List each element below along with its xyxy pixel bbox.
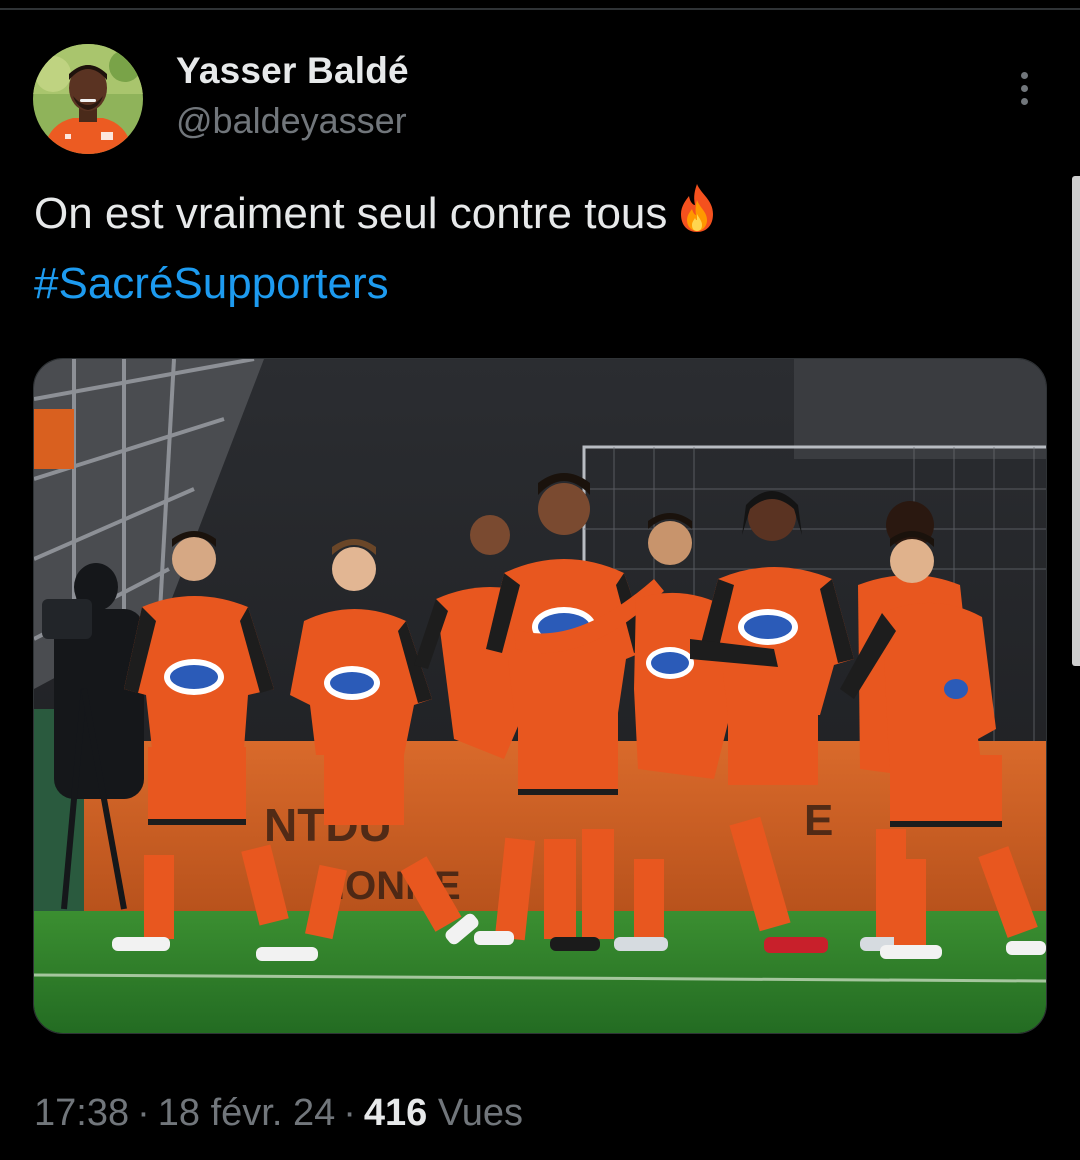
tweet-media-image[interactable]: NTDU E IONNE <box>33 358 1047 1034</box>
fire-icon <box>675 182 719 252</box>
meta-separator: · <box>343 1092 356 1134</box>
hashtag-link[interactable]: #SacréSupporters <box>34 252 994 316</box>
more-vertical-icon-dot <box>1020 71 1028 79</box>
avatar[interactable] <box>33 44 143 154</box>
author-handle[interactable]: @baldeyasser <box>176 100 407 142</box>
tweet-text: On est vraiment seul contre tous #SacréS… <box>34 182 994 316</box>
meta-separator: · <box>137 1092 150 1134</box>
more-vertical-icon-dot <box>1020 84 1028 92</box>
top-divider <box>0 8 1080 10</box>
views-label[interactable]: Vues <box>438 1092 523 1134</box>
more-options-button[interactable] <box>1004 64 1044 112</box>
tweet-text-line: On est vraiment seul contre tous <box>34 182 994 252</box>
scrollbar[interactable] <box>1072 176 1080 666</box>
tweet-time[interactable]: 17:38 <box>34 1092 129 1134</box>
tweet-meta: 17:38 · 18 févr. 24 · 416 Vues <box>34 1092 523 1135</box>
more-vertical-icon-dot <box>1020 97 1028 105</box>
tweet-date[interactable]: 18 févr. 24 <box>158 1092 335 1134</box>
tweet-body-text: On est vraiment seul contre tous <box>34 189 668 238</box>
author-display-name[interactable]: Yasser Baldé <box>176 50 409 92</box>
views-count[interactable]: 416 <box>364 1092 427 1134</box>
svg-text:E: E <box>804 796 833 845</box>
